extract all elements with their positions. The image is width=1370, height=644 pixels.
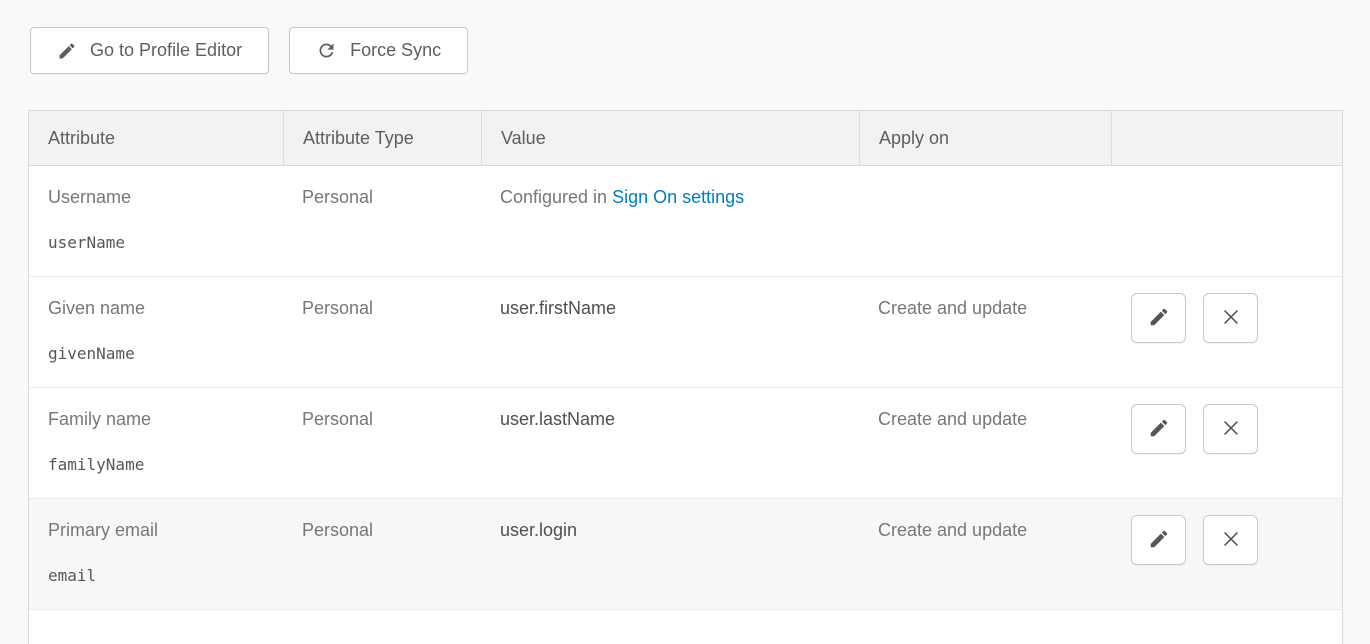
- delete-attribute-button[interactable]: [1203, 515, 1258, 565]
- attribute-cell: Family name familyName: [29, 388, 283, 498]
- table-row: Primary email email Personal user.login …: [29, 499, 1342, 610]
- pencil-icon: [1148, 528, 1170, 553]
- value-cell: user.login: [481, 499, 859, 609]
- column-header-actions: [1111, 111, 1342, 165]
- actions-cell: [1111, 277, 1342, 387]
- attribute-label: Given name: [48, 298, 264, 319]
- column-header-attribute: Attribute: [29, 111, 283, 165]
- attribute-cell: Primary email email: [29, 499, 283, 609]
- delete-attribute-button[interactable]: [1203, 293, 1258, 343]
- attribute-label: Username: [48, 187, 264, 208]
- attribute-type-cell: Personal: [283, 499, 481, 609]
- column-header-value: Value: [481, 111, 859, 165]
- apply-on-cell: Create and update: [859, 499, 1111, 609]
- force-sync-button[interactable]: Force Sync: [289, 27, 468, 74]
- edit-attribute-button[interactable]: [1131, 293, 1186, 343]
- value-cell: user.firstName: [481, 277, 859, 387]
- apply-on-cell: Create and update: [859, 388, 1111, 498]
- table-row: Family name familyName Personal user.las…: [29, 388, 1342, 499]
- close-icon: [1220, 417, 1242, 442]
- actions-cell: [1111, 166, 1342, 276]
- value-prefix-text: Configured in: [500, 187, 612, 207]
- apply-on-cell: [859, 166, 1111, 276]
- attribute-variable-name: userName: [48, 233, 264, 252]
- apply-on-cell: Create and update: [859, 277, 1111, 387]
- attribute-type-cell: Personal: [283, 277, 481, 387]
- close-icon: [1220, 528, 1242, 553]
- column-header-apply-on: Apply on: [859, 111, 1111, 165]
- refresh-icon: [316, 40, 337, 61]
- pencil-icon: [1148, 417, 1170, 442]
- table-row: [29, 610, 1342, 644]
- sign-on-settings-link[interactable]: Sign On settings: [612, 187, 744, 207]
- actions-cell: [1111, 499, 1342, 609]
- close-icon: [1220, 306, 1242, 331]
- edit-attribute-button[interactable]: [1131, 515, 1186, 565]
- table-header: Attribute Attribute Type Value Apply on: [29, 111, 1342, 166]
- go-to-profile-editor-label: Go to Profile Editor: [90, 40, 242, 61]
- go-to-profile-editor-button[interactable]: Go to Profile Editor: [30, 27, 269, 74]
- table-row: Username userName Personal Configured in…: [29, 166, 1342, 277]
- attribute-type-cell: Personal: [283, 388, 481, 498]
- attribute-type-cell: Personal: [283, 166, 481, 276]
- pencil-icon: [1148, 306, 1170, 331]
- attribute-variable-name: givenName: [48, 344, 264, 363]
- attribute-mapping-table: Attribute Attribute Type Value Apply on …: [28, 110, 1343, 644]
- attribute-label: Primary email: [48, 520, 264, 541]
- value-cell: Configured in Sign On settings: [481, 166, 859, 276]
- toolbar: Go to Profile Editor Force Sync: [30, 27, 468, 74]
- pencil-icon: [57, 41, 77, 61]
- attribute-cell: Username userName: [29, 166, 283, 276]
- actions-cell: [1111, 388, 1342, 498]
- attribute-variable-name: email: [48, 566, 264, 585]
- table-row: Given name givenName Personal user.first…: [29, 277, 1342, 388]
- attribute-label: Family name: [48, 409, 264, 430]
- edit-attribute-button[interactable]: [1131, 404, 1186, 454]
- delete-attribute-button[interactable]: [1203, 404, 1258, 454]
- force-sync-label: Force Sync: [350, 40, 441, 61]
- column-header-attribute-type: Attribute Type: [283, 111, 481, 165]
- attribute-variable-name: familyName: [48, 455, 264, 474]
- value-cell: user.lastName: [481, 388, 859, 498]
- attribute-cell: Given name givenName: [29, 277, 283, 387]
